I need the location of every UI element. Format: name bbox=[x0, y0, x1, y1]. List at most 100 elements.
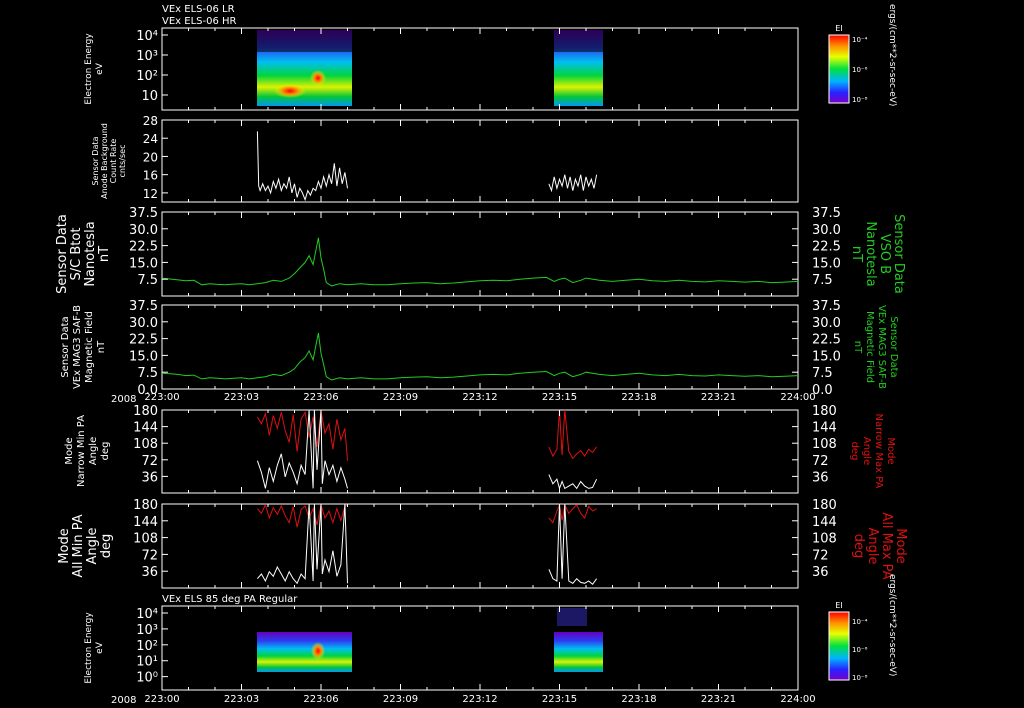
x-tick-label: 223:00 bbox=[144, 694, 179, 705]
x-tick-label: 223:21 bbox=[701, 694, 736, 705]
x-axis-year-mid: 2008 bbox=[111, 394, 136, 405]
panel-6-ytick-label: 72 bbox=[141, 548, 158, 563]
colorbar-1-unit: ergs/(cm**2-sr-sec-eV) bbox=[887, 4, 897, 106]
panel-6-ylabel-right-line-3: Angle bbox=[865, 528, 880, 565]
colorbar-2-title: EI bbox=[835, 601, 842, 610]
colorbar-2-scale bbox=[828, 611, 850, 681]
x-tick-label: 223:06 bbox=[303, 392, 338, 403]
x-tick-label: 223:03 bbox=[224, 694, 259, 705]
panel-4-ylabel-line-2: VEx MAG3 SAF-B bbox=[72, 305, 83, 389]
panel-4-ytick-label: 7.5 bbox=[137, 366, 158, 381]
spectrogram-7-hotspot bbox=[311, 642, 325, 660]
x-tick-label: 223:12 bbox=[462, 694, 497, 705]
panel-3-ylabel-right-line-2: VSO B bbox=[877, 234, 892, 274]
panel-2-ylabel-line-3: Count Rate bbox=[109, 139, 118, 184]
panel-2-ytick-label: 16 bbox=[143, 169, 158, 183]
panel-4-ytick-label-right: 22.5 bbox=[812, 333, 841, 348]
panel-4-ytick-label: 15.0 bbox=[129, 349, 158, 364]
panel-5-ytick-label-right: 36 bbox=[812, 470, 829, 485]
panel-7-ytick-label: 10⁰ bbox=[136, 671, 158, 686]
panel-5-series-2 bbox=[548, 409, 598, 460]
panel-3-ylabel-line-3: Nanotesla bbox=[83, 221, 98, 286]
panel-6-series-3 bbox=[257, 503, 348, 585]
panel-5-ylabel-right-line-3: Angle bbox=[861, 437, 872, 465]
colorbar-2-unit: ergs/(cm**2-sr-sec-eV) bbox=[887, 574, 897, 676]
panel-6-ytick-label: 108 bbox=[133, 532, 158, 547]
panel-4-ytick-label: 30.0 bbox=[129, 316, 158, 331]
panel-4-ytick-label-right: 15.0 bbox=[812, 349, 841, 364]
panel-3-ytick-label-right: 37.5 bbox=[812, 206, 841, 221]
x-tick-label: 223:15 bbox=[542, 392, 577, 403]
panel-6-ytick-label-right: 144 bbox=[812, 515, 837, 530]
spectrogram-7-block-2 bbox=[554, 632, 603, 672]
panel-3-ytick-label-right: 15.0 bbox=[812, 256, 841, 271]
dataset-title-hr: VEx ELS-06 HR bbox=[162, 16, 237, 27]
panel-6-series-4 bbox=[548, 503, 598, 586]
panel-2-ytick-label: 24 bbox=[143, 132, 158, 146]
panel-4-ylabel-right-line-4: nT bbox=[852, 341, 863, 354]
panel-5-ylabel-line-3: Angle bbox=[88, 437, 99, 465]
panel-6-series-1 bbox=[257, 503, 348, 528]
panel-7-title: VEx ELS 85 deg PA Regular bbox=[162, 594, 298, 605]
panel-7-ytick-label: 10² bbox=[136, 639, 158, 654]
x-tick-label: 223:18 bbox=[621, 392, 656, 403]
colorbar-1: EI 10⁻⁴ 10⁻⁶ 10⁻⁸ ergs/(cm**2-sr-sec-eV) bbox=[828, 4, 897, 106]
spectrogram-1-hotspot-2 bbox=[310, 70, 326, 86]
panel-2-ytick-label: 12 bbox=[143, 187, 158, 201]
panel-7-ylabel-line-2: eV bbox=[95, 641, 105, 654]
panel-4-ytick-label: 22.5 bbox=[129, 333, 158, 348]
panel-7-ytick-label: 10³ bbox=[136, 623, 158, 638]
spectrogram-1-hotspot-1 bbox=[274, 84, 306, 98]
panel-5-series-1 bbox=[256, 410, 348, 461]
panel-4-ytick-label-right: 37.5 bbox=[812, 299, 841, 314]
x-tick-label: 223:06 bbox=[303, 694, 338, 705]
panel-3-ytick-label: 30.0 bbox=[129, 223, 158, 238]
panel-6-ytick-label-right: 72 bbox=[812, 548, 829, 563]
panel-3-ytick-label-right: 7.5 bbox=[812, 273, 833, 288]
panel-4-ylabel-line-1: Sensor Data bbox=[60, 316, 71, 377]
panel-2-ylabel-line-2: Anode Background bbox=[100, 123, 109, 199]
panel-3-ylabel-line-1: Sensor Data bbox=[55, 214, 70, 294]
spectrogram-7-block-1 bbox=[257, 632, 352, 672]
spectrogram-7-sparse-top bbox=[557, 608, 587, 626]
panel-2-ylabel-line-1: Sensor Data bbox=[91, 136, 100, 185]
spectrogram-1-noise bbox=[257, 30, 352, 52]
panel-6-ylabel-line-3: Angle bbox=[85, 528, 100, 565]
x-tick-label: 224:00 bbox=[780, 392, 815, 403]
panel-6-series-2 bbox=[548, 503, 597, 524]
panel-3-ylabel-line-2: S/C Btot bbox=[69, 228, 84, 281]
panel-4-ytick-label-right: 7.5 bbox=[812, 366, 833, 381]
x-axis-year-bottom: 2008 bbox=[111, 695, 136, 706]
panel-5-ytick-label: 144 bbox=[133, 421, 158, 436]
x-tick-label: 223:09 bbox=[383, 392, 418, 403]
colorbar-1-title: EI bbox=[835, 24, 842, 33]
panel-5-ytick-label: 72 bbox=[141, 454, 158, 469]
panel-7-ytick-label: 10⁴ bbox=[136, 607, 158, 622]
colorbar-1-tick-bottom: 10⁻⁸ bbox=[852, 96, 868, 104]
panel-6-ylabel-right-line-4: deg bbox=[851, 534, 866, 559]
x-tick-label: 223:18 bbox=[621, 694, 656, 705]
panel-3-ytick-label: 7.5 bbox=[137, 273, 158, 288]
panel-5-ylabel-line-1: Mode bbox=[64, 437, 75, 464]
spectrogram-1 bbox=[257, 30, 603, 106]
x-tick-label: 223:21 bbox=[701, 392, 736, 403]
x-tick-label: 223:09 bbox=[383, 694, 418, 705]
panel-5-ylabel-line-2: Narrow Min PA bbox=[76, 415, 87, 487]
x-tick-label: 223:15 bbox=[542, 694, 577, 705]
panel-3-ytick-label: 15.0 bbox=[129, 256, 158, 271]
panel-2-ytick-label: 20 bbox=[143, 150, 158, 164]
panel-5-ytick-label-right: 144 bbox=[812, 421, 837, 436]
panel-6-ylabel-right-line-2: All Max PA bbox=[879, 512, 894, 579]
x-tick-label: 223:00 bbox=[144, 392, 179, 403]
panel-1-ytick-label: 10³ bbox=[136, 49, 158, 64]
panel-3-ylabel-line-4: nT bbox=[97, 246, 112, 262]
panel-5-ytick-label: 36 bbox=[141, 470, 158, 485]
x-tick-label: 224:00 bbox=[780, 694, 815, 705]
panel-4-ylabel-line-3: Magnetic Field bbox=[84, 311, 95, 383]
panel-7-ytick-label: 10¹ bbox=[136, 655, 158, 670]
panel-5-ytick-label: 180 bbox=[133, 404, 158, 419]
panel-5-ytick-label-right: 72 bbox=[812, 454, 829, 469]
panel-4-ylabel-right-line-3: Magnetic Field bbox=[864, 311, 875, 383]
spectrogram-1-noise-2 bbox=[554, 30, 603, 52]
panel-3-ytick-label: 22.5 bbox=[129, 240, 158, 255]
